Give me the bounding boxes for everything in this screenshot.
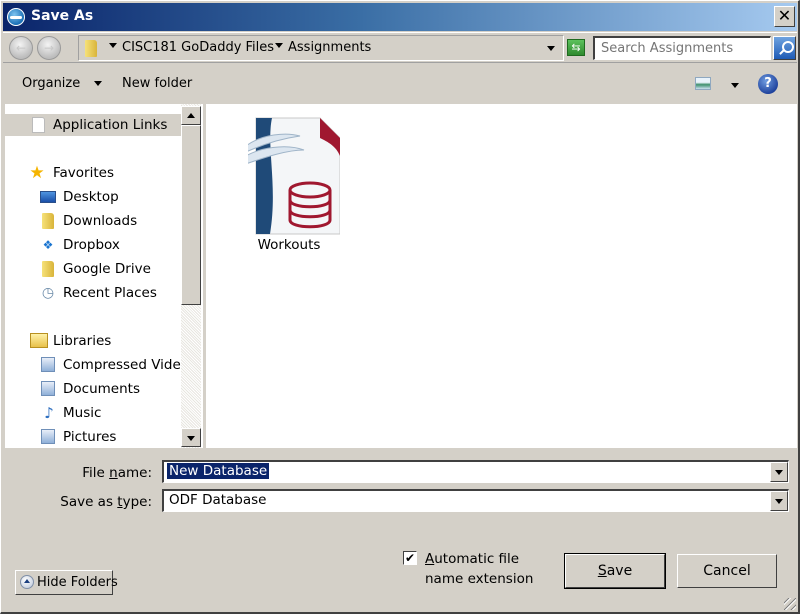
sidebar-item-label: Recent Places (63, 285, 157, 301)
organize-label: Organize (22, 76, 81, 91)
sidebar-item-label: Application Links (53, 117, 168, 133)
save-button[interactable]: Save (564, 553, 666, 589)
music-icon: ♪ (44, 404, 54, 422)
file-item[interactable]: Workouts (242, 114, 340, 256)
new-folder-button[interactable]: New folder (122, 76, 192, 91)
scroll-down-button[interactable] (181, 428, 201, 447)
downloads-folder-icon (42, 213, 54, 229)
search-icon[interactable] (773, 36, 796, 60)
window-title: Save As (31, 8, 94, 24)
breadcrumb-item[interactable]: CISC181 GoDaddy Files (122, 40, 274, 55)
sidebar-item-compressed-video[interactable]: Compressed Video (5, 354, 189, 376)
title-bar[interactable]: Save As ✕ (3, 3, 797, 31)
sidebar-item-desktop[interactable]: Desktop (5, 186, 181, 208)
sidebar-item-libraries[interactable]: Libraries (5, 330, 181, 352)
sidebar-item-documents[interactable]: Documents (5, 378, 181, 400)
file-name-input[interactable]: New Database (167, 463, 270, 479)
organize-button[interactable]: Organize (22, 76, 103, 91)
google-drive-folder-icon (42, 261, 54, 277)
pictures-library-icon (41, 429, 55, 444)
sidebar-item-label: Libraries (53, 333, 112, 349)
close-button[interactable]: ✕ (774, 6, 795, 27)
change-view-icon[interactable] (695, 77, 711, 90)
automatic-extension-label[interactable]: Automatic file name extension (425, 549, 555, 589)
toolbar: Organize New folder ? (3, 64, 797, 104)
sidebar-item-google-drive[interactable]: Google Drive (5, 258, 181, 280)
breadcrumb-item[interactable]: Assignments (288, 40, 371, 55)
scrollbar-thumb[interactable] (181, 125, 201, 305)
refresh-icon[interactable]: ⇆ (567, 39, 585, 56)
scroll-up-button[interactable] (181, 106, 201, 125)
save-as-dialog: Save As ✕ ← → CISC181 GoDaddy Files Assi… (0, 0, 800, 614)
desktop-icon (40, 191, 56, 203)
breadcrumb-chevron-icon[interactable] (275, 43, 283, 48)
sidebar-item-dropbox[interactable]: ❖ Dropbox (5, 234, 181, 256)
sidebar-item-label: Documents (63, 381, 140, 397)
file-name-label: File name: (82, 465, 152, 481)
hide-folders-button[interactable]: Hide Folders (15, 570, 118, 595)
sidebar-scrollbar[interactable] (181, 104, 201, 448)
chevron-down-icon[interactable] (770, 491, 788, 511)
odf-database-icon (248, 117, 340, 235)
view-options-dropdown-icon[interactable] (731, 83, 739, 88)
file-name: Workouts (257, 237, 321, 253)
search-input[interactable] (595, 38, 770, 59)
app-icon (7, 8, 25, 26)
library-icon (41, 357, 55, 372)
recent-places-icon: ◷ (41, 285, 55, 301)
dropbox-icon: ❖ (42, 238, 54, 252)
chevron-down-icon[interactable] (770, 462, 788, 482)
file-name-combobox[interactable]: New Database (162, 460, 789, 483)
sidebar-item-pictures[interactable]: Pictures (5, 426, 181, 448)
navigation-pane: Application Links ★ Favorites Desktop Do… (5, 104, 203, 448)
save-as-type-value: ODF Database (169, 492, 267, 508)
sidebar-item-label: Favorites (53, 165, 114, 181)
sidebar-item-label: Compressed Video (63, 357, 190, 373)
sidebar-item-label: Google Drive (63, 261, 151, 277)
save-as-type-select[interactable]: ODF Database (162, 489, 789, 512)
help-icon[interactable]: ? (758, 74, 778, 94)
sidebar-item-downloads[interactable]: Downloads (5, 210, 181, 232)
sidebar-item-label: Desktop (63, 189, 119, 205)
navigation-bar: ← → CISC181 GoDaddy Files Assignments ⇆ (3, 32, 797, 63)
file-list[interactable]: Workouts (206, 104, 797, 448)
search-field[interactable] (593, 36, 771, 60)
resize-grip-icon[interactable] (784, 598, 796, 610)
breadcrumb[interactable]: CISC181 GoDaddy Files Assignments (78, 35, 564, 61)
forward-button[interactable]: → (37, 36, 61, 60)
sidebar-item-label: Downloads (63, 213, 138, 229)
automatic-extension-checkbox[interactable]: ✔ (403, 551, 417, 565)
sidebar-item-favorites[interactable]: ★ Favorites (5, 162, 181, 184)
sidebar-item-label: Pictures (63, 429, 117, 445)
documents-library-icon (41, 381, 55, 396)
libraries-icon (30, 333, 48, 348)
folder-icon (85, 40, 97, 57)
address-dropdown-icon[interactable] (547, 46, 555, 51)
back-button[interactable]: ← (9, 36, 33, 60)
breadcrumb-chevron-icon[interactable] (109, 43, 117, 48)
hide-folders-label: Hide Folders (37, 575, 118, 590)
document-icon (32, 117, 45, 133)
chevron-up-icon (20, 575, 34, 589)
sidebar-item-recent-places[interactable]: ◷ Recent Places (5, 282, 181, 304)
cancel-button[interactable]: Cancel (677, 554, 777, 588)
star-icon: ★ (29, 163, 45, 183)
sidebar-item-label: Music (63, 405, 102, 421)
sidebar-item-application-links[interactable]: Application Links (5, 114, 181, 136)
chevron-down-icon (94, 81, 103, 86)
save-as-type-label: Save as type: (60, 494, 152, 510)
sidebar-item-label: Dropbox (63, 237, 120, 253)
sidebar-item-music[interactable]: ♪ Music (5, 402, 181, 424)
